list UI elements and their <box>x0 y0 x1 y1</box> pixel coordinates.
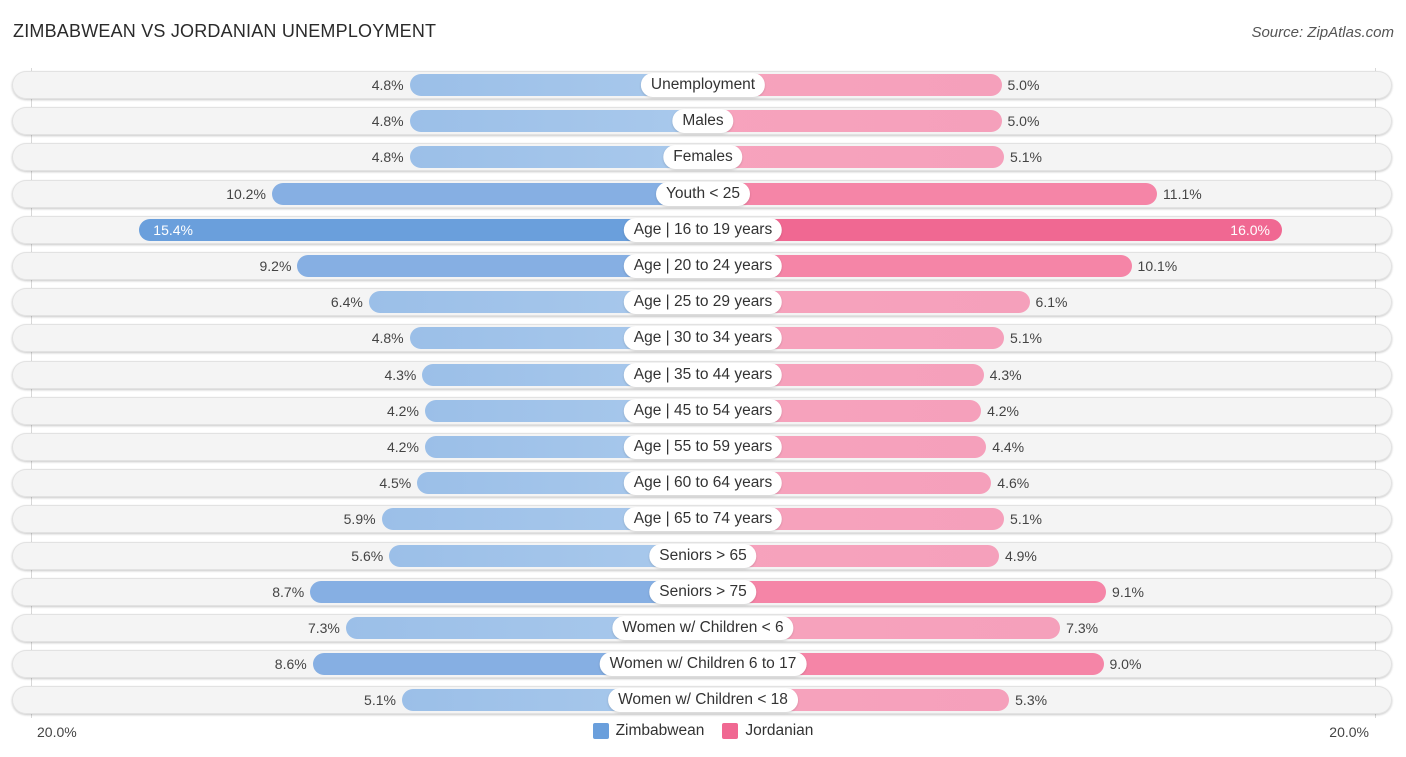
value-label-zimbabwean: 8.7% <box>272 583 305 600</box>
value-label-jordanian: 5.1% <box>1010 511 1042 528</box>
category-label: Seniors > 65 <box>649 543 757 568</box>
value-label-zimbabwean: 10.2% <box>226 185 266 202</box>
value-label-zimbabwean: 4.2% <box>386 402 419 419</box>
value-label-jordanian: 4.4% <box>992 439 1025 455</box>
value-label-jordanian: 4.9% <box>1004 547 1037 564</box>
legend-label-zimbabwean: Zimbabwean <box>615 722 705 739</box>
value-label-zimbabwean: 4.3% <box>384 366 417 383</box>
value-label-zimbabwean: 4.8% <box>371 149 404 166</box>
value-label-jordanian: 16.0% <box>1230 221 1270 238</box>
category-label: Age | 35 to 44 years <box>623 362 783 387</box>
value-label-jordanian: 5.0% <box>1007 113 1040 130</box>
category-label: Age | 65 to 74 years <box>623 507 783 532</box>
value-label-jordanian: 9.1% <box>1112 583 1144 600</box>
value-label-jordanian: 7.3% <box>1066 620 1099 636</box>
category-label: Age | 25 to 29 years <box>623 290 783 315</box>
legend-swatch-jordanian <box>722 723 739 739</box>
bar-zimbabwean[interactable] <box>409 146 703 169</box>
legend-label-jordanian: Jordanian <box>745 722 814 739</box>
value-label-zimbabwean: 8.6% <box>274 656 307 673</box>
value-label-jordanian: 4.2% <box>987 402 1020 419</box>
bar-zimbabwean[interactable] <box>271 182 703 205</box>
value-label-jordanian: 5.1% <box>1010 149 1042 166</box>
value-label-zimbabwean: 4.5% <box>379 475 412 492</box>
bar-jordanian[interactable] <box>703 182 1158 205</box>
value-label-jordanian: 5.3% <box>1015 692 1048 709</box>
bar-zimbabwean[interactable] <box>139 218 703 241</box>
category-label: Age | 16 to 19 years <box>623 217 783 242</box>
category-label: Females <box>663 145 743 170</box>
value-label-zimbabwean: 6.4% <box>330 294 363 311</box>
value-label-zimbabwean: 7.3% <box>307 620 340 636</box>
category-label: Age | 45 to 54 years <box>623 398 783 423</box>
category-label: Males <box>672 109 734 134</box>
bar-zimbabwean[interactable] <box>310 580 703 603</box>
value-label-zimbabwean: 5.6% <box>351 547 384 564</box>
category-label: Age | 55 to 59 years <box>623 435 783 459</box>
chart-area: 4.8% 5.0% Unemployment 4.8% 5.0% Males 4.8% 5.1… <box>0 0 1406 757</box>
legend-item-zimbabwean[interactable]: Zimbabwean <box>592 722 705 740</box>
bar-jordanian[interactable] <box>703 218 1282 241</box>
value-label-zimbabwean: 5.1% <box>364 692 396 709</box>
bar-jordanian[interactable] <box>703 146 1005 169</box>
legend-item-jordanian[interactable]: Jordanian <box>722 722 813 740</box>
value-label-jordanian: 11.1% <box>1163 185 1202 202</box>
value-label-zimbabwean: 5.9% <box>343 511 376 528</box>
value-label-zimbabwean: 4.8% <box>371 330 404 347</box>
category-label: Women w/ Children < 6 <box>612 616 794 640</box>
value-label-zimbabwean: 4.2% <box>386 439 419 455</box>
value-label-jordanian: 10.1% <box>1137 258 1178 274</box>
legend-swatch-zimbabwean <box>592 723 609 739</box>
category-label: Youth < 25 <box>656 181 750 206</box>
value-label-jordanian: 5.0% <box>1007 77 1040 93</box>
category-label: Women w/ Children 6 to 17 <box>599 652 807 677</box>
category-label: Unemployment <box>640 73 766 97</box>
category-label: Seniors > 75 <box>649 579 757 604</box>
category-label: Age | 30 to 34 years <box>623 326 783 351</box>
value-label-zimbabwean: 4.8% <box>371 77 404 93</box>
value-label-zimbabwean: 4.8% <box>371 113 404 130</box>
bar-zimbabwean[interactable] <box>409 110 703 133</box>
category-label: Age | 20 to 24 years <box>623 254 783 278</box>
value-label-jordanian: 4.3% <box>989 366 1022 383</box>
bar-jordanian[interactable] <box>703 110 1002 133</box>
value-label-jordanian: 4.6% <box>997 475 1030 492</box>
value-label-jordanian: 6.1% <box>1035 294 1068 311</box>
value-label-zimbabwean: 9.2% <box>259 258 292 274</box>
value-label-jordanian: 9.0% <box>1109 656 1142 673</box>
category-label: Women w/ Children < 18 <box>608 688 798 713</box>
legend: Zimbabwean Jordanian <box>0 722 1406 740</box>
value-label-jordanian: 5.1% <box>1010 330 1042 347</box>
category-label: Age | 60 to 64 years <box>623 471 783 496</box>
value-label-zimbabwean: 15.4% <box>153 221 193 238</box>
bar-jordanian[interactable] <box>703 580 1107 603</box>
